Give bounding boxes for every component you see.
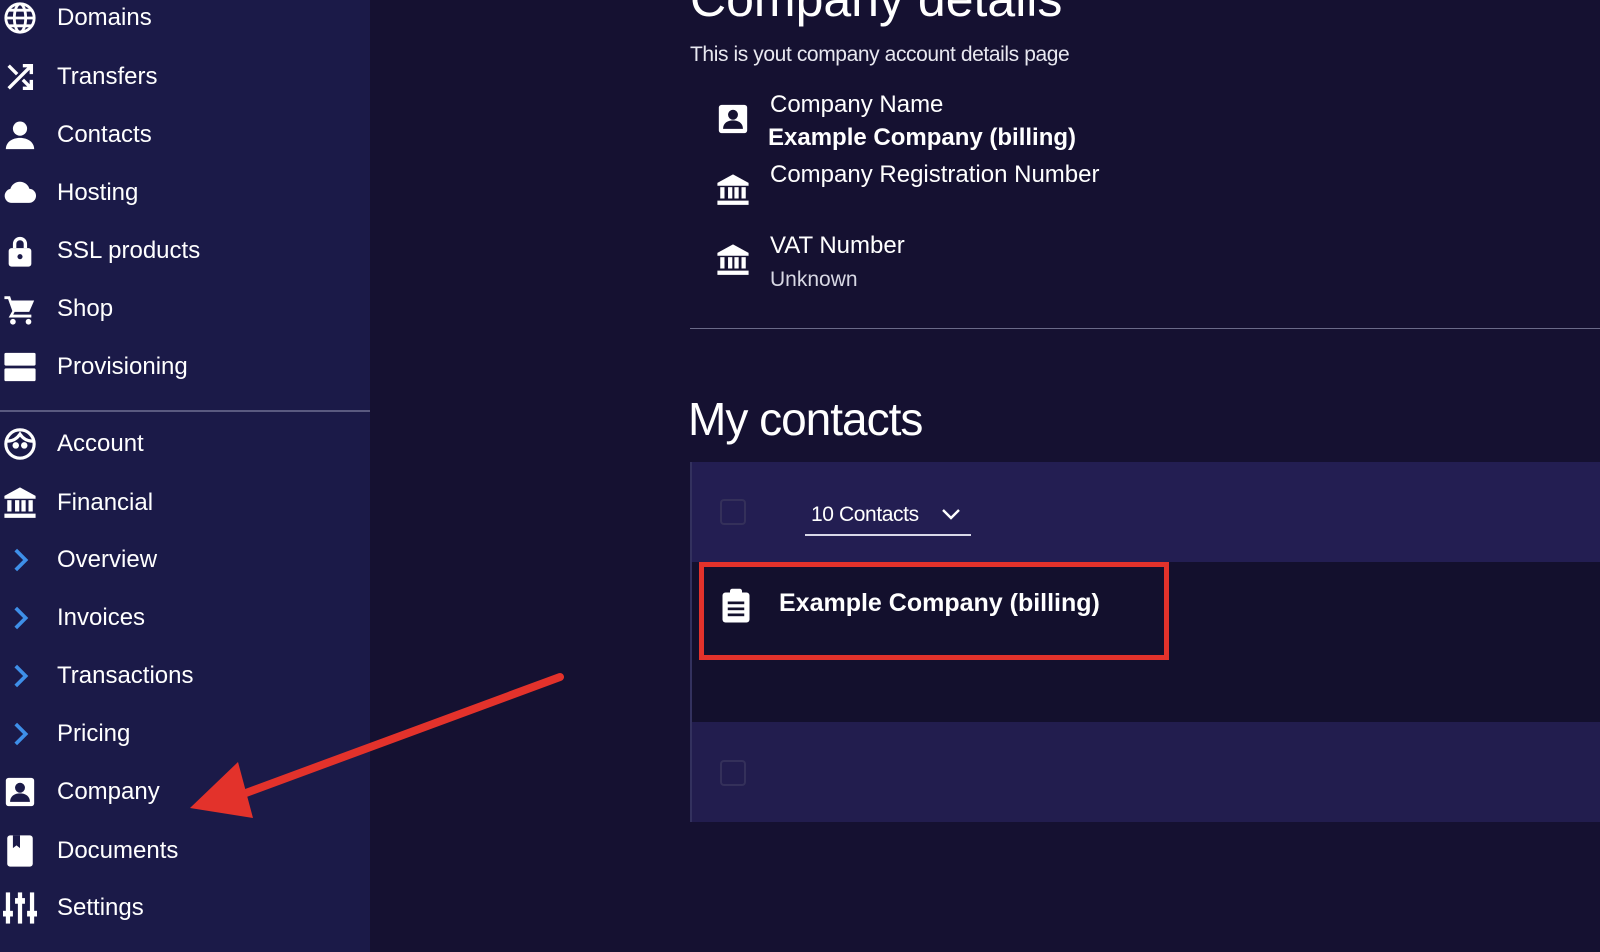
sliders-icon <box>2 890 38 926</box>
sidebar-item-label: Hosting <box>57 179 139 206</box>
sidebar-item-label: Transactions <box>57 662 194 689</box>
vat-number-value: Unknown <box>770 268 858 291</box>
face-icon <box>2 426 38 462</box>
shuffle-icon <box>2 59 38 95</box>
sidebar-item-domains[interactable]: Domains <box>0 0 370 38</box>
cart-icon <box>2 291 38 327</box>
globe-icon <box>2 0 38 36</box>
sidebar-item-documents[interactable]: Documents <box>0 831 370 871</box>
contacts-section-title: My contacts <box>688 393 923 445</box>
table-left-border <box>690 462 692 822</box>
sidebar-item-contacts[interactable]: Contacts <box>0 115 370 155</box>
cloud-icon <box>2 175 38 211</box>
chevron-down-icon <box>939 502 963 526</box>
company-name-value: Example Company (billing) <box>768 124 1077 151</box>
bank-icon <box>716 243 750 277</box>
sidebar-item-account[interactable]: Account <box>0 424 370 464</box>
sidebar-item-label: Company <box>57 778 160 805</box>
sidebar-item-label: Financial <box>57 489 154 516</box>
contact-card-icon <box>2 774 38 810</box>
sidebar-item-label: Contacts <box>57 121 152 148</box>
select-all-checkbox[interactable] <box>720 499 746 525</box>
book-icon <box>2 833 38 869</box>
sidebar-item-transfers[interactable]: Transfers <box>0 57 370 97</box>
sidebar-item-label: Settings <box>57 894 144 921</box>
bank-icon <box>716 173 750 207</box>
sidebar-divider <box>0 410 370 412</box>
page-title: Company details <box>690 0 1062 28</box>
sidebar-item-label: Shop <box>57 295 114 322</box>
chevron-right-icon <box>2 716 38 752</box>
sidebar-item-label: Invoices <box>57 604 146 631</box>
sidebar-item-company[interactable]: Company <box>0 772 370 812</box>
sidebar-item-ssl-products[interactable]: SSL products <box>0 231 370 271</box>
registration-number-label: Company Registration Number <box>770 161 1100 188</box>
sidebar-item-label: SSL products <box>57 237 201 264</box>
sidebar-item-financial[interactable]: Financial <box>0 483 370 523</box>
sidebar-item-pricing[interactable]: Pricing <box>0 714 370 754</box>
server-icon <box>2 349 38 385</box>
contacts-table-footer <box>690 722 1600 822</box>
chevron-right-icon <box>2 542 38 578</box>
chevron-right-icon <box>2 600 38 636</box>
company-name-label: Company Name <box>770 91 944 118</box>
sidebar-item-label: Transfers <box>57 63 158 90</box>
sidebar-item-label: Provisioning <box>57 353 188 380</box>
sidebar-item-provisioning[interactable]: Provisioning <box>0 347 370 387</box>
sidebar-item-label: Domains <box>57 4 152 31</box>
sidebar: Domains Transfers Contacts Hosting SSL p… <box>0 0 370 952</box>
sidebar-item-transactions[interactable]: Transactions <box>0 656 370 696</box>
sidebar-item-label: Documents <box>57 837 179 864</box>
row-checkbox[interactable] <box>720 760 746 786</box>
sidebar-item-label: Account <box>57 430 144 457</box>
sidebar-item-invoices[interactable]: Invoices <box>0 598 370 638</box>
highlight-annotation <box>699 562 1169 660</box>
person-icon <box>2 117 38 153</box>
contact-card-icon <box>716 102 750 136</box>
sidebar-item-label: Overview <box>57 546 158 573</box>
sidebar-item-label: Pricing <box>57 720 131 747</box>
sidebar-item-shop[interactable]: Shop <box>0 289 370 329</box>
page-size-select[interactable]: 10 Contacts <box>805 496 971 536</box>
lock-icon <box>2 233 38 269</box>
chevron-right-icon <box>2 658 38 694</box>
page-size-label: 10 Contacts <box>811 503 919 526</box>
page-subtitle: This is yout company account details pag… <box>690 43 1070 66</box>
section-divider <box>690 328 1600 329</box>
sidebar-item-hosting[interactable]: Hosting <box>0 173 370 213</box>
sidebar-item-settings[interactable]: Settings <box>0 888 370 928</box>
bank-icon <box>2 485 38 521</box>
vat-number-label: VAT Number <box>770 232 905 259</box>
sidebar-item-overview[interactable]: Overview <box>0 540 370 580</box>
